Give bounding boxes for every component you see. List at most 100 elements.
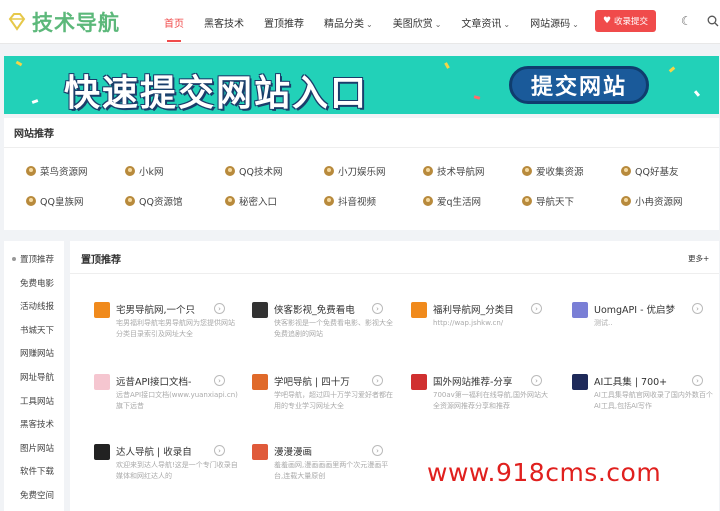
site-card[interactable]: 漫漫漫画 › 羞羞画网,漫画画画里两个次元漫画平台,连载大量原创 [252, 444, 402, 494]
nav-item-label: 文章资讯 [461, 18, 502, 30]
recommended-sites-title: 网站推荐 [14, 129, 54, 140]
more-link[interactable]: 更多+ [688, 253, 709, 264]
nav-item[interactable]: 文章资讯 ⌄ [461, 15, 510, 30]
sidebar-category-item[interactable]: 网址导航 [4, 371, 64, 383]
main-nav: 首页 黑客技术 置顶推荐 精品分类 ⌄ 美图欣赏 ⌄ 文章资讯 ⌄ 网站源码 ⌄ [164, 0, 599, 44]
recommended-site-label: 小k网 [139, 167, 164, 178]
site-logo-icon [572, 302, 588, 318]
recommended-site-label: 小刀娱乐网 [338, 167, 386, 178]
arrow-right-icon[interactable]: › [692, 375, 703, 386]
site-favicon-icon [423, 196, 433, 206]
site-card[interactable]: 宅男导航网,一个只 › 宅男福利导航宅男导航网为您提供网站分类目录索引及网址大全 [94, 302, 244, 352]
recommended-site-link[interactable]: 秘密入口 [225, 194, 277, 208]
site-card-title: 国外网站推荐-分享 [433, 377, 513, 388]
site-favicon-icon [125, 166, 135, 176]
sidebar-category-item[interactable]: 书城天下 [4, 324, 64, 336]
recommended-site-label: 秘密入口 [239, 197, 278, 208]
recommended-site-link[interactable]: QQ资源馆 [125, 194, 182, 208]
recommended-site-link[interactable]: 爱收集资源 [522, 164, 584, 178]
nav-item[interactable]: 黑客技术 [204, 15, 244, 30]
confetti-decoration [473, 95, 481, 100]
arrow-right-icon[interactable]: › [214, 445, 225, 456]
nav-item-label: 网站源码 [530, 18, 571, 30]
sidebar-category-item[interactable]: 工具网站 [4, 395, 64, 407]
sidebar-category-item[interactable]: 免费空间 [4, 489, 64, 501]
nav-item[interactable]: 美图欣赏 ⌄ [393, 15, 442, 30]
recommended-site-label: 抖音视频 [338, 197, 377, 208]
sidebar-category-item[interactable]: 图片网站 [4, 442, 64, 454]
chevron-down-icon: ⌄ [434, 19, 442, 29]
arrow-right-icon[interactable]: › [372, 303, 383, 314]
arrow-right-icon[interactable]: › [214, 375, 225, 386]
site-card-title: UomgAPI - 优启梦 [594, 305, 676, 316]
site-card[interactable]: 远昔API接口文档- › 远昔API接口文档(www.yuanxiapi.cn)旗下… [94, 374, 244, 424]
site-logo[interactable]: 技术导航 [6, 8, 120, 36]
site-logo-icon [411, 374, 427, 390]
dark-mode-toggle-icon[interactable]: ☾ [681, 14, 692, 28]
site-card-description: 欢迎来到达人导航!这是一个专门收录自媒体和网红达人的 [116, 461, 238, 480]
arrow-right-icon[interactable]: › [692, 303, 703, 314]
site-favicon-icon [522, 166, 532, 176]
recommended-site-link[interactable]: 菜鸟资源网 [26, 164, 88, 178]
nav-item[interactable]: 网站源码 ⌄ [530, 15, 579, 30]
site-card[interactable]: 侠客影视_免费看电 › 侠客影视是一个免费看电影、影视大全免费追剧的网站 [252, 302, 402, 352]
site-favicon-icon [324, 196, 334, 206]
recommended-site-link[interactable]: 抖音视频 [324, 194, 376, 208]
site-favicon-icon [423, 166, 433, 176]
banner-submit-button[interactable]: 提交网站 [509, 66, 649, 104]
recommended-site-link[interactable]: 小冉资源网 [621, 194, 683, 208]
recommended-site-label: 菜鸟资源网 [40, 167, 88, 178]
recommended-site-label: 爱收集资源 [536, 167, 584, 178]
site-card-description: 远昔API接口文档(www.yuanxiapi.cn)旗下远昔 [116, 391, 238, 410]
brand-name: 技术导航 [32, 11, 120, 35]
recommended-site-link[interactable]: QQ好基友 [621, 164, 678, 178]
sidebar-category-item[interactable]: 软件下载 [4, 465, 64, 477]
recommended-site-link[interactable]: 小刀娱乐网 [324, 164, 386, 178]
chevron-down-icon: ⌄ [503, 19, 511, 29]
site-card-description: 侠客影视是一个免费看电影、影视大全免费追剧的网站 [274, 319, 393, 338]
divider [4, 147, 719, 148]
arrow-right-icon[interactable]: › [372, 445, 383, 456]
arrow-right-icon[interactable]: › [372, 375, 383, 386]
submit-banner[interactable]: 快速提交网站入口 提交网站 [4, 56, 719, 114]
nav-item[interactable]: 精品分类 ⌄ [324, 15, 373, 30]
arrow-right-icon[interactable]: › [214, 303, 225, 314]
recommended-site-label: 技术导航网 [437, 167, 485, 178]
submit-site-button[interactable]: ♥ 收录提交 [595, 10, 656, 32]
recommended-site-label: QQ技术网 [239, 167, 283, 178]
site-card-title: 学吧导航 | 四十万 [274, 377, 350, 388]
site-logo-icon [252, 302, 268, 318]
site-favicon-icon [324, 166, 334, 176]
recommended-site-link[interactable]: 小k网 [125, 164, 164, 178]
site-card[interactable]: 国外网站推荐-分享 › 700av第一福利在线导航,国外网站大全资源网推荐分享和推荐 [411, 374, 561, 424]
arrow-right-icon[interactable]: › [531, 375, 542, 386]
recommended-site-label: 小冉资源网 [635, 197, 683, 208]
recommended-site-link[interactable]: 导航天下 [522, 194, 574, 208]
sidebar-category-item[interactable]: 置顶推荐 [4, 253, 64, 265]
recommended-site-link[interactable]: QQ皇族网 [26, 194, 83, 208]
recommended-site-link[interactable]: 技术导航网 [423, 164, 485, 178]
site-card-title: 侠客影视_免费看电 [274, 305, 355, 316]
recommended-site-link[interactable]: QQ技术网 [225, 164, 282, 178]
arrow-right-icon[interactable]: › [531, 303, 542, 314]
confetti-decoration [693, 90, 701, 97]
recommended-site-link[interactable]: 爱q生活网 [423, 194, 481, 208]
site-card[interactable]: 福利导航网_分类目 › http://wap.jshkw.cn/ [411, 302, 561, 352]
site-card[interactable]: AI工具集 | 700+ › AI工具集导航官网收录了国内外数百个AI工具,包括AI… [572, 374, 720, 424]
nav-item[interactable]: 置顶推荐 [264, 15, 304, 30]
site-logo-icon [94, 302, 110, 318]
site-logo-icon [94, 374, 110, 390]
site-favicon-icon [621, 196, 631, 206]
top-picks-title: 置顶推荐 [81, 255, 121, 266]
site-card[interactable]: UomgAPI - 优启梦 › 测试.. [572, 302, 720, 352]
nav-item[interactable]: 首页 [164, 15, 184, 42]
site-card[interactable]: 达人导航 | 收录自 › 欢迎来到达人导航!这是一个专门收录自媒体和网红达人的 [94, 444, 244, 494]
submit-site-label: 收录提交 [614, 17, 649, 27]
sidebar-category-item[interactable]: 活动线报 [4, 300, 64, 312]
sidebar-category-item[interactable]: 黑客技术 [4, 418, 64, 430]
site-card[interactable]: 学吧导航 | 四十万 › 学吧导航，超过四十万学习爱好者都在用的专业学习网址大全 [252, 374, 402, 424]
confetti-decoration [668, 66, 676, 73]
search-icon[interactable] [707, 12, 719, 27]
sidebar-category-item[interactable]: 网赚网站 [4, 347, 64, 359]
sidebar-category-item[interactable]: 免费电影 [4, 277, 64, 289]
